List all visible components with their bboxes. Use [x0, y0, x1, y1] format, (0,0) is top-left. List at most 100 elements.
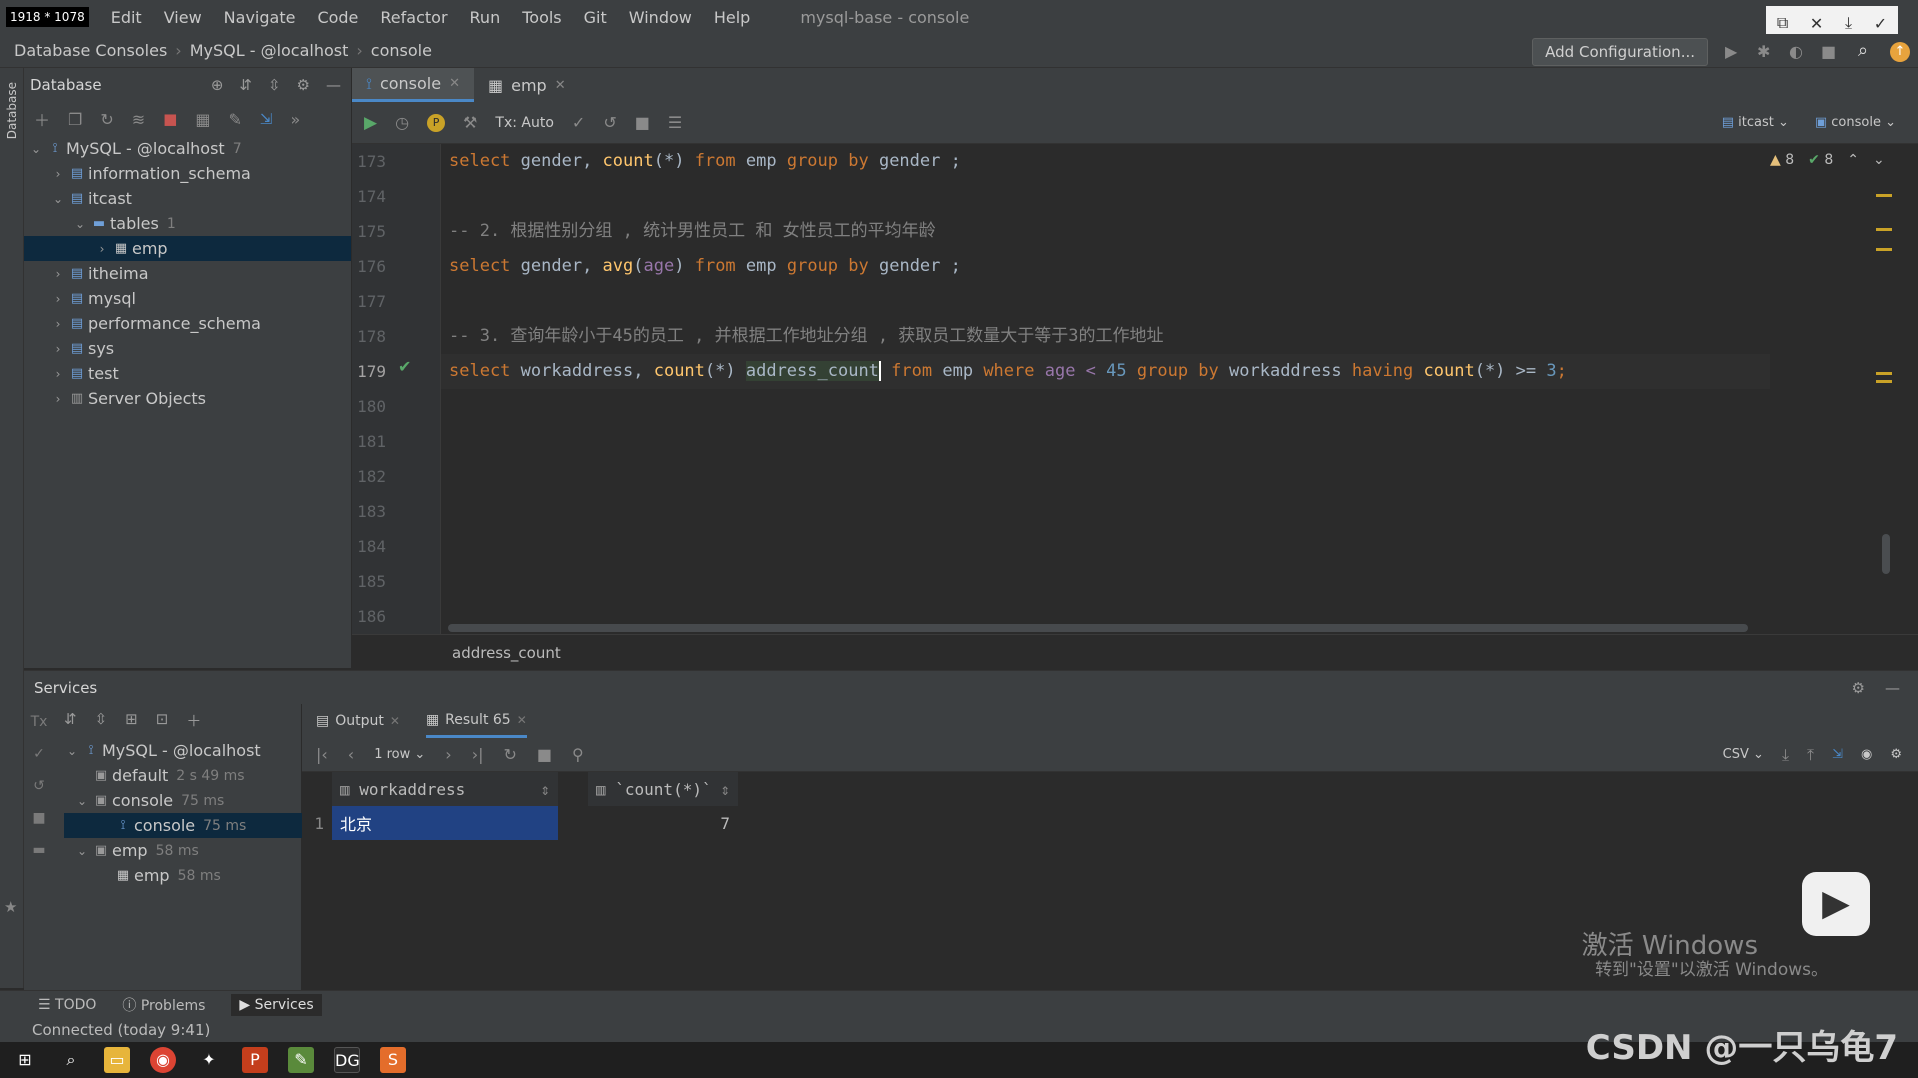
- stop-icon[interactable]: ■: [1821, 42, 1836, 61]
- jump-icon[interactable]: ⇲: [260, 110, 273, 128]
- close-icon[interactable]: ✕: [390, 714, 400, 728]
- tx-mode-dropdown[interactable]: Tx: Auto: [495, 115, 554, 131]
- compare-icon[interactable]: ⇲: [1832, 747, 1843, 762]
- powerpoint-icon[interactable]: P: [242, 1047, 268, 1073]
- check-icon[interactable]: ✓: [33, 746, 45, 762]
- gear-icon[interactable]: ⚙: [1852, 671, 1865, 705]
- execute-icon[interactable]: ▶: [364, 113, 377, 133]
- collapse-all-icon[interactable]: ⇳: [95, 710, 108, 731]
- edit-icon[interactable]: ✎: [228, 110, 241, 129]
- export-format-dropdown[interactable]: CSV ⌄: [1723, 747, 1764, 762]
- notepad-icon[interactable]: ✎: [288, 1047, 314, 1073]
- sort-icon[interactable]: ⇕: [540, 780, 550, 799]
- menu-navigate[interactable]: Navigate: [224, 8, 296, 27]
- vertical-scrollbar[interactable]: [1882, 534, 1890, 574]
- check-icon[interactable]: ✓: [1874, 14, 1887, 33]
- schema-icon[interactable]: ≋: [132, 110, 145, 129]
- stop-icon[interactable]: ■: [635, 113, 650, 132]
- add-icon[interactable]: ＋: [186, 710, 201, 731]
- minimize-icon[interactable]: —: [326, 76, 341, 94]
- stop-icon[interactable]: ■: [163, 110, 177, 128]
- search-icon[interactable]: ⌕: [58, 1047, 84, 1073]
- more-icon[interactable]: »: [290, 110, 300, 129]
- settings-icon[interactable]: ⚙: [1890, 747, 1902, 762]
- explain-plan-icon[interactable]: P: [427, 113, 446, 132]
- rollback-icon[interactable]: ↺: [33, 778, 45, 794]
- close-icon[interactable]: ✕: [555, 78, 566, 93]
- copy-icon[interactable]: ❐: [68, 110, 82, 129]
- last-page-icon[interactable]: ›|: [472, 745, 484, 764]
- commit-icon[interactable]: ✓: [572, 113, 585, 132]
- session-selector[interactable]: ▣ console ⌄: [1815, 115, 1896, 130]
- app-icon[interactable]: ✦: [196, 1047, 222, 1073]
- tab-output[interactable]: ▤ Output ✕: [316, 704, 400, 738]
- tab-emp[interactable]: ▦ emp ✕: [474, 68, 580, 102]
- menu-run[interactable]: Run: [470, 8, 501, 27]
- service-node-default[interactable]: ▣ default 2 s 49 ms: [64, 763, 302, 788]
- filter-icon[interactable]: ⊡: [156, 710, 169, 731]
- menu-git[interactable]: Git: [584, 8, 607, 27]
- upload-icon[interactable]: ⤒: [1807, 745, 1814, 765]
- stop-icon[interactable]: ■: [537, 745, 552, 764]
- pin-icon[interactable]: ⚲: [572, 745, 584, 764]
- run-icon[interactable]: ▶: [1725, 42, 1737, 61]
- tree-node-server-objects[interactable]: › ▥ Server Objects: [24, 386, 351, 411]
- service-node-console[interactable]: ⟟ console 75 ms: [64, 813, 302, 838]
- tab-todo[interactable]: ☰ TODO: [38, 997, 96, 1013]
- breadcrumb-datasource[interactable]: MySQL - @localhost: [190, 41, 349, 60]
- tree-node-performance-schema[interactable]: › ▤ performance_schema: [24, 311, 351, 336]
- tree-node-datasource[interactable]: ⌄ ⟟ MySQL - @localhost 7: [24, 136, 351, 161]
- tree-node-itheima[interactable]: › ▤ itheima: [24, 261, 351, 286]
- next-highlight-icon[interactable]: ⌄: [1873, 152, 1885, 168]
- table-cell[interactable]: 7: [558, 806, 738, 840]
- service-node-console-session[interactable]: ⌄ ▣ console 75 ms: [64, 788, 302, 813]
- sort-icon[interactable]: ⇕: [720, 780, 730, 799]
- tab-problems[interactable]: ⓘ Problems: [122, 995, 205, 1015]
- schema-selector[interactable]: ▤ itcast ⌄: [1722, 115, 1789, 130]
- coverage-icon[interactable]: ◐: [1789, 42, 1803, 61]
- tree-node-mysql[interactable]: › ▤ mysql: [24, 286, 351, 311]
- next-page-icon[interactable]: ›: [445, 745, 451, 764]
- expand-all-icon[interactable]: ⇵: [239, 76, 252, 94]
- rollback-icon[interactable]: ↺: [603, 113, 616, 132]
- previous-highlight-icon[interactable]: ⌃: [1847, 152, 1859, 168]
- view-icon[interactable]: ◉: [1861, 747, 1872, 762]
- collapse-all-icon[interactable]: ⇳: [268, 76, 281, 94]
- service-node-emp[interactable]: ▦ emp 58 ms: [64, 863, 302, 888]
- breadcrumb-consoles[interactable]: Database Consoles: [14, 41, 167, 60]
- breadcrumb-console[interactable]: console: [371, 41, 432, 60]
- table-cell[interactable]: 北京: [332, 806, 558, 840]
- menu-help[interactable]: Help: [714, 8, 750, 27]
- file-explorer-icon[interactable]: ▭: [104, 1047, 130, 1073]
- previous-page-icon[interactable]: ‹: [348, 745, 354, 764]
- column-header[interactable]: ▥ `count(*)` ⇕: [588, 772, 738, 806]
- add-icon[interactable]: ＋: [34, 107, 50, 131]
- service-node-emp-session[interactable]: ⌄ ▣ emp 58 ms: [64, 838, 302, 863]
- download-icon[interactable]: ⤓: [1845, 13, 1852, 33]
- menu-tools[interactable]: Tools: [522, 8, 561, 27]
- row-count-dropdown[interactable]: 1 row ⌄: [374, 747, 425, 762]
- tree-node-information-schema[interactable]: › ▤ information_schema: [24, 161, 351, 186]
- table-icon[interactable]: ▦: [195, 110, 210, 129]
- close-icon[interactable]: ✕: [449, 76, 460, 91]
- sublime-icon[interactable]: S: [380, 1047, 406, 1073]
- tab-console[interactable]: ⟟ console ✕: [352, 68, 474, 102]
- search-icon[interactable]: ⌕: [1858, 40, 1868, 61]
- expand-all-icon[interactable]: ⇵: [64, 710, 77, 731]
- refresh-icon[interactable]: ↻: [100, 110, 113, 129]
- chrome-icon[interactable]: ◉: [150, 1047, 176, 1073]
- tree-node-tables[interactable]: ⌄ ▬ tables 1: [24, 211, 351, 236]
- tab-result[interactable]: ▦ Result 65 ✕: [425, 704, 527, 738]
- favorites-star-icon[interactable]: ★: [4, 898, 17, 916]
- warning-indicator[interactable]: ▲ 8: [1770, 152, 1794, 168]
- history-icon[interactable]: ◷: [395, 113, 409, 132]
- minimize-icon[interactable]: —: [1885, 671, 1900, 705]
- refresh-icon[interactable]: ↻: [504, 745, 517, 764]
- ok-indicator[interactable]: ✔ 8: [1808, 152, 1833, 168]
- menu-window[interactable]: Window: [629, 8, 692, 27]
- group-icon[interactable]: ⊞: [125, 710, 138, 731]
- tree-node-emp[interactable]: › ▦ emp: [24, 236, 351, 261]
- close-icon[interactable]: ✕: [517, 713, 527, 727]
- datagrip-icon[interactable]: DG: [334, 1047, 360, 1073]
- add-configuration-button[interactable]: Add Configuration...: [1532, 38, 1708, 66]
